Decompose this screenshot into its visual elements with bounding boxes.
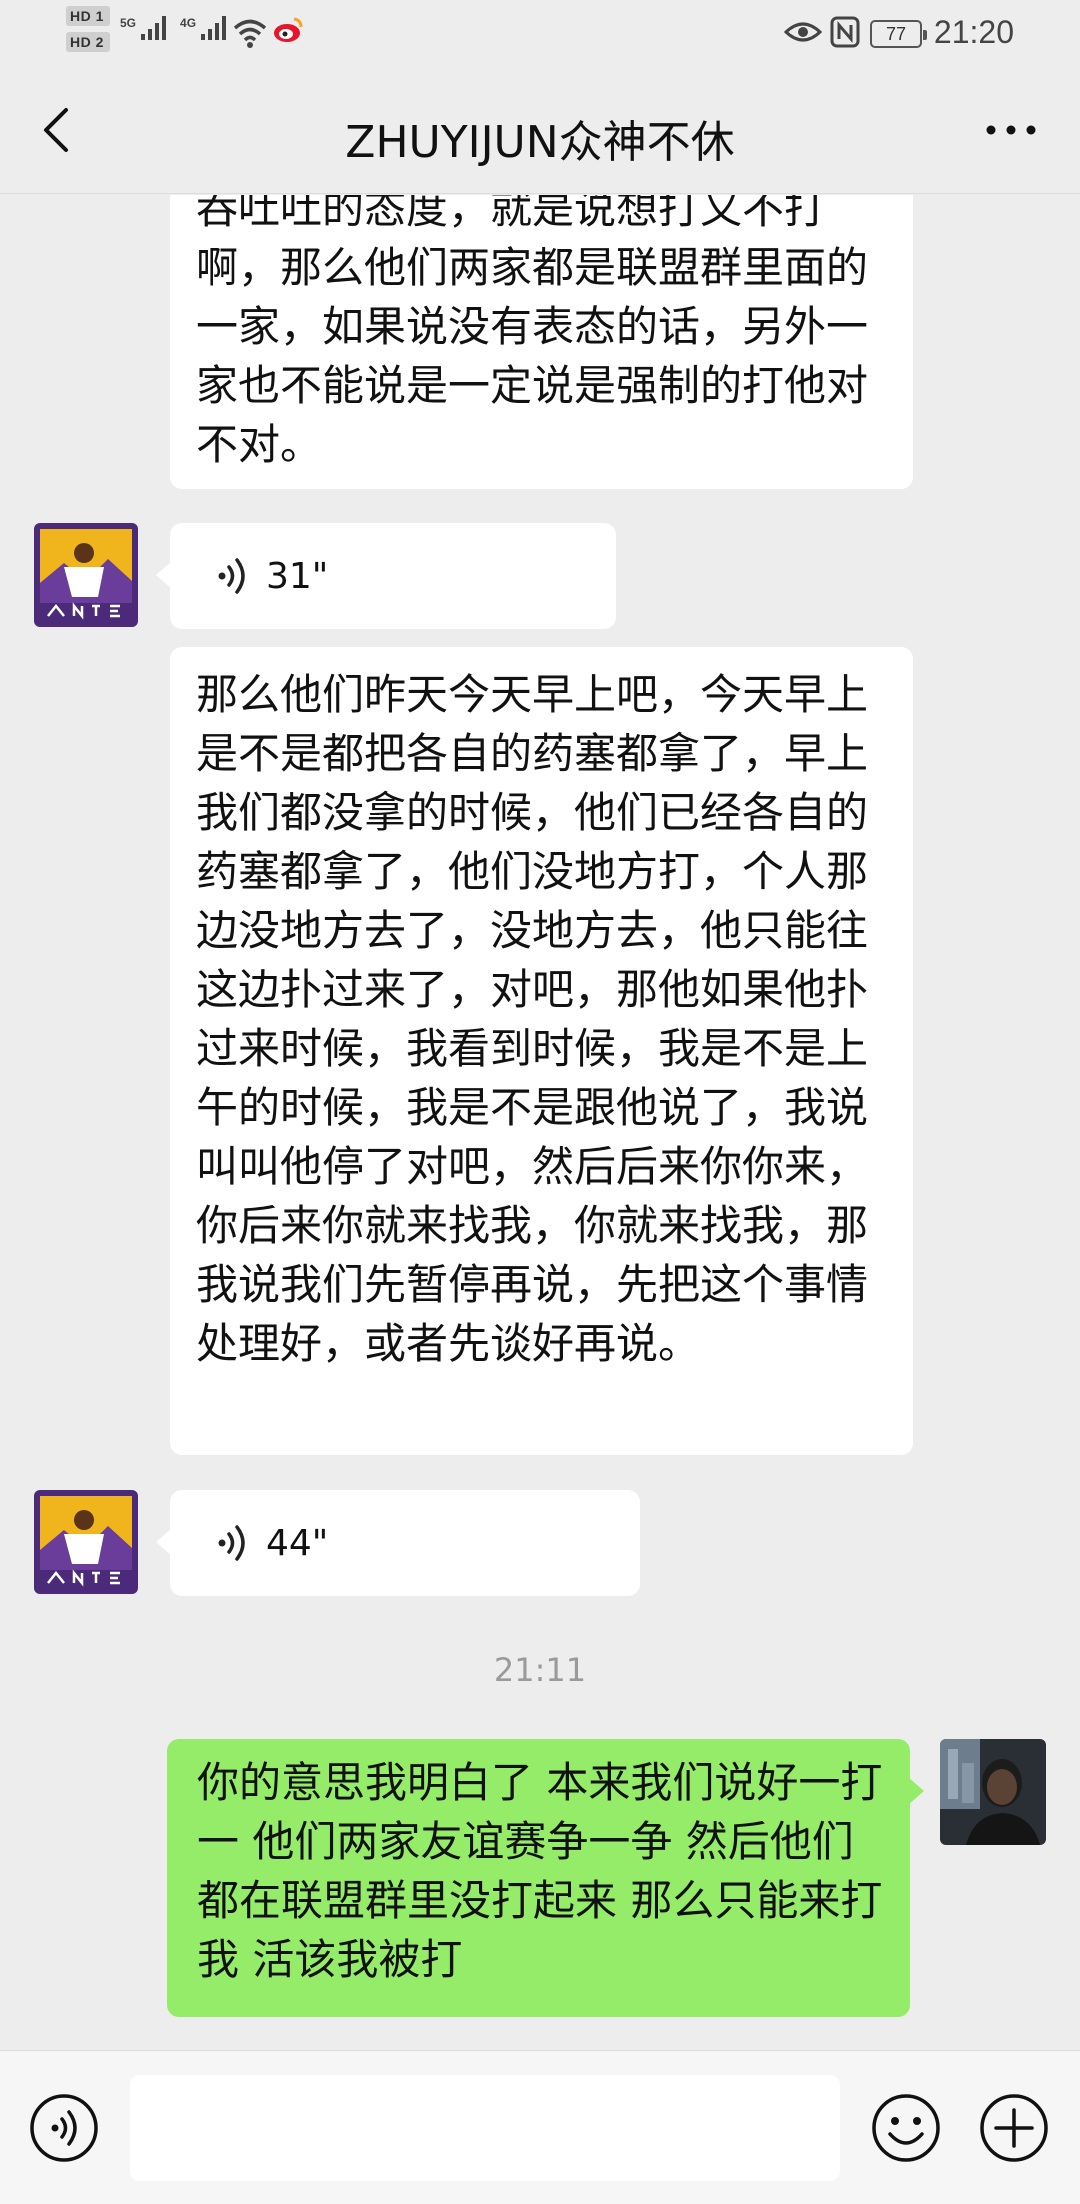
angels-logo-avatar (34, 523, 138, 627)
hd1-badge: HD 1 (66, 6, 110, 26)
signal-5g-icon: 5G (120, 16, 167, 40)
more-button[interactable] (976, 108, 1046, 152)
voice-input-icon (30, 2094, 98, 2162)
more-dots-icon (986, 125, 1036, 135)
angels-logo-avatar (34, 1490, 138, 1594)
message-list[interactable]: 吞吐吐的态度，就是说想打又不打啊，那么他们两家都是联盟群里面的一家，如果说没有表… (0, 195, 1080, 2050)
voice-input-button[interactable] (28, 2092, 100, 2164)
net1-label: 5G (120, 16, 137, 30)
contact-avatar[interactable] (34, 1490, 138, 1594)
voice-duration: 31" (266, 555, 329, 597)
message-text: 吞吐吐的态度，就是说想打又不打啊，那么他们两家都是联盟群里面的一家，如果说没有表… (196, 195, 869, 469)
emoji-button[interactable] (870, 2092, 942, 2164)
input-bar (0, 2050, 1080, 2204)
smile-icon (872, 2094, 940, 2162)
plus-circle-icon (980, 2094, 1048, 2162)
weibo-icon (274, 17, 303, 42)
status-time: 21:20 (933, 14, 1014, 50)
status-bar: HD 1 HD 2 5G 4G 77 21:20 (0, 0, 1080, 70)
hd-indicators: HD 1 HD 2 (66, 6, 110, 58)
message-bubble[interactable]: 那么他们昨天今天早上吧，今天早上是不是都把各自的药塞都拿了，早上我们都没拿的时候… (170, 647, 913, 1455)
hd2-badge: HD 2 (66, 32, 110, 52)
battery-level: 77 (885, 23, 907, 44)
voice-wave-icon (218, 1525, 245, 1561)
chat-header: ZHUYIJUN众神不休 (0, 70, 1080, 194)
voice-wave-icon (218, 558, 245, 594)
voice-message-bubble[interactable]: 44" (156, 1490, 640, 1596)
time-separator: 21:11 (493, 1651, 587, 1689)
wifi-icon (233, 19, 267, 48)
voice-duration: 44" (266, 1522, 329, 1564)
signal-group: 5G 4G (120, 16, 227, 40)
battery-indicator: 77 (870, 20, 927, 48)
message-text: 你的意思我明白了 本来我们说好一打一 他们两家友谊赛争一争 然后他们都在联盟群里… (197, 1758, 883, 1984)
eye-comfort-icon (784, 22, 822, 42)
message-input[interactable] (130, 2075, 840, 2181)
user-photo-avatar (940, 1739, 1046, 1845)
add-button[interactable] (978, 2092, 1050, 2164)
message-text: 那么他们昨天今天早上吧，今天早上是不是都把各自的药塞都拿了，早上我们都没拿的时候… (196, 670, 869, 1368)
my-avatar[interactable] (940, 1739, 1046, 1845)
message-bubble[interactable]: 吞吐吐的态度，就是说想打又不打啊，那么他们两家都是联盟群里面的一家，如果说没有表… (170, 195, 913, 489)
chat-title: ZHUYIJUN众神不休 (345, 117, 735, 168)
signal-4g-icon: 4G (180, 16, 227, 40)
voice-message-bubble[interactable]: 31" (156, 523, 616, 629)
nfc-icon (830, 16, 860, 48)
contact-avatar[interactable] (34, 523, 138, 627)
outgoing-message-bubble[interactable]: 你的意思我明白了 本来我们说好一打一 他们两家友谊赛争一争 然后他们都在联盟群里… (167, 1739, 924, 2017)
net2-label: 4G (180, 16, 197, 30)
